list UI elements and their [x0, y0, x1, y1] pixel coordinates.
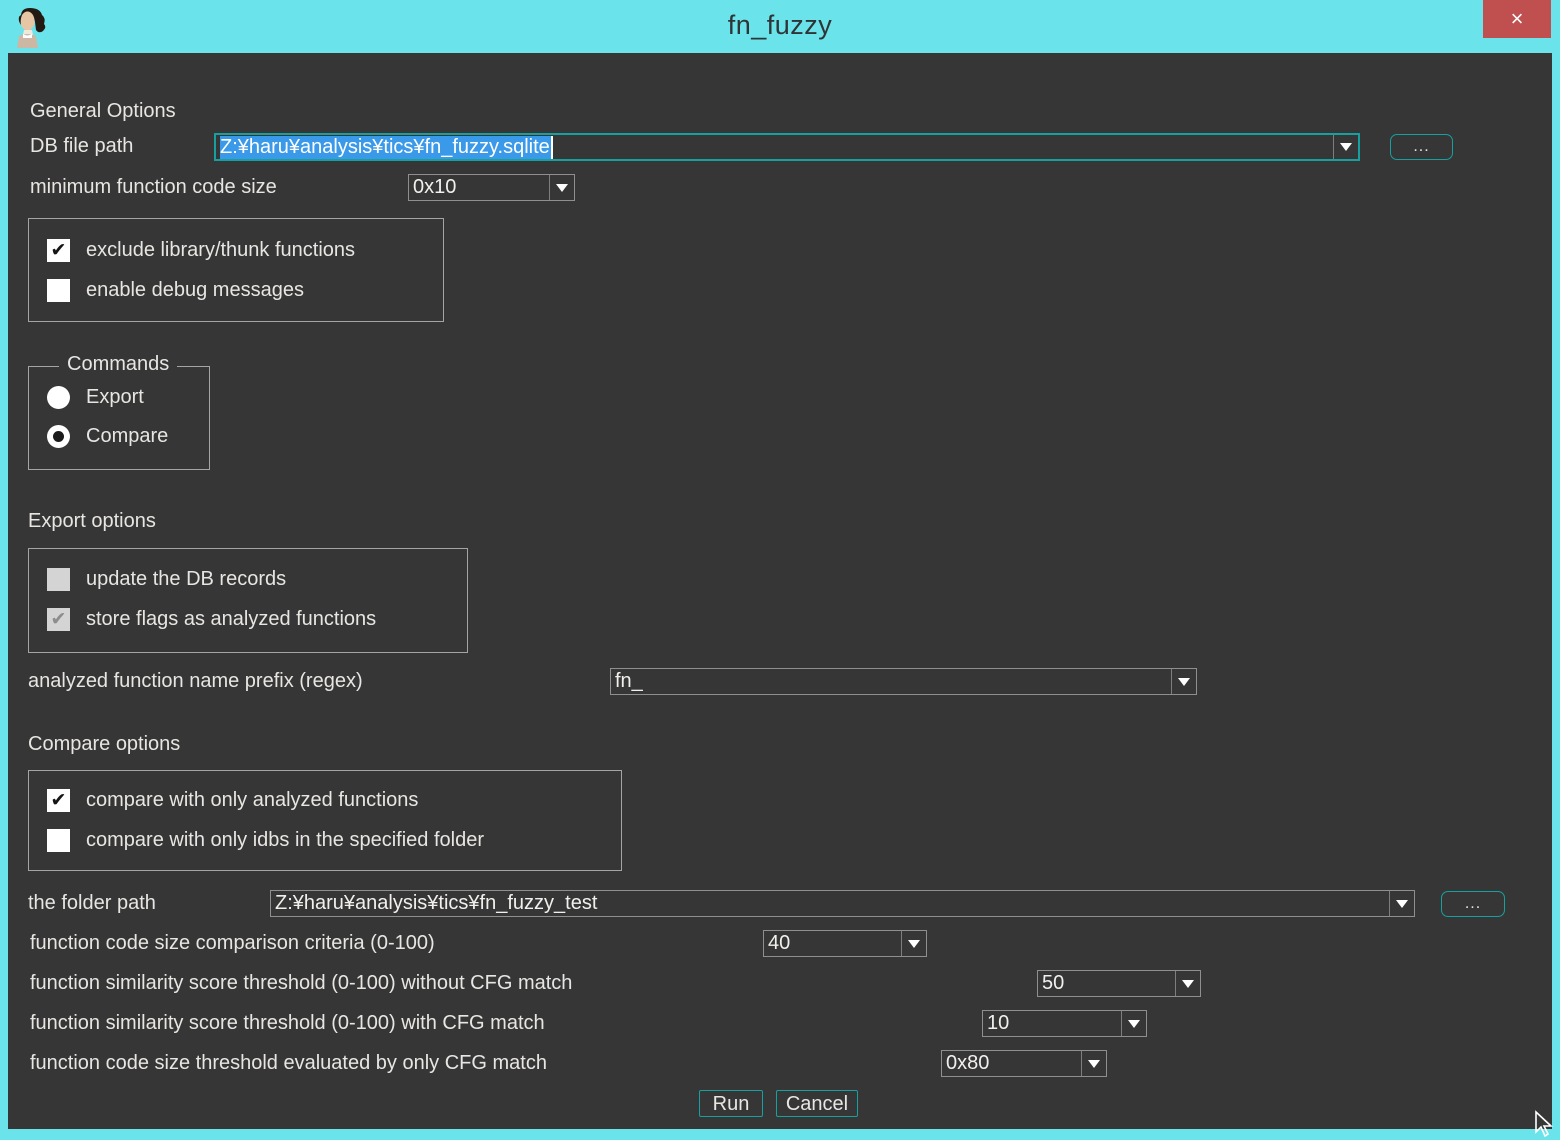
- prefix-value: fn_: [611, 669, 1171, 694]
- radio-button[interactable]: [47, 386, 70, 409]
- chevron-down-icon[interactable]: [549, 175, 574, 200]
- run-button[interactable]: Run: [699, 1090, 763, 1117]
- checkbox[interactable]: [47, 608, 70, 631]
- checkbox-row-exclude-library[interactable]: exclude library/thunk functions: [47, 239, 355, 262]
- radio-row-compare[interactable]: Compare: [47, 425, 168, 448]
- db-file-path-value: Z:¥haru¥analysis¥tics¥fn_fuzzy.sqlite: [220, 136, 553, 159]
- min-code-size-value: 0x10: [409, 175, 549, 200]
- min-code-size-dropdown[interactable]: 0x10: [408, 174, 575, 201]
- min-code-size-label: minimum function code size: [30, 174, 277, 201]
- checkbox[interactable]: [47, 568, 70, 591]
- checkbox[interactable]: [47, 789, 70, 812]
- checkbox-label[interactable]: compare with only idbs in the specified …: [86, 829, 484, 852]
- criteria-label-with-cfg: function similarity score threshold (0-1…: [30, 1010, 545, 1037]
- chevron-down-icon[interactable]: [1171, 669, 1196, 694]
- checkbox[interactable]: [47, 239, 70, 262]
- checkbox-label[interactable]: update the DB records: [86, 568, 286, 591]
- folder-path-value: Z:¥haru¥analysis¥tics¥fn_fuzzy_test: [271, 891, 1389, 916]
- compare-options-heading: Compare options: [28, 731, 180, 757]
- criteria-dropdown-without-cfg[interactable]: 50: [1037, 970, 1201, 997]
- checkbox-row-only-idbs[interactable]: compare with only idbs in the specified …: [47, 829, 484, 852]
- general-checkbox-group: exclude library/thunk functions enable d…: [28, 218, 444, 322]
- folder-path-combobox[interactable]: Z:¥haru¥analysis¥tics¥fn_fuzzy_test: [270, 890, 1415, 917]
- dialog-window: fn_fuzzy × General Options DB file path …: [0, 0, 1560, 1140]
- criteria-dropdown-with-cfg[interactable]: 10: [982, 1010, 1147, 1037]
- radio-label[interactable]: Compare: [86, 425, 168, 448]
- checkbox-label[interactable]: exclude library/thunk functions: [86, 239, 355, 262]
- db-file-path-combobox[interactable]: Z:¥haru¥analysis¥tics¥fn_fuzzy.sqlite: [214, 133, 1360, 161]
- criteria-label-without-cfg: function similarity score threshold (0-1…: [30, 970, 572, 997]
- general-options-heading: General Options: [30, 98, 176, 124]
- checkbox-label[interactable]: compare with only analyzed functions: [86, 789, 418, 812]
- criteria-label-only-cfg: function code size threshold evaluated b…: [30, 1050, 547, 1077]
- criteria-dropdown-code-size[interactable]: 40: [763, 930, 927, 957]
- chevron-down-icon[interactable]: [1333, 135, 1358, 159]
- radio-row-export[interactable]: Export: [47, 386, 144, 409]
- db-browse-button[interactable]: ...: [1390, 134, 1453, 160]
- mouse-cursor-icon: [1534, 1110, 1558, 1138]
- cancel-button[interactable]: Cancel: [776, 1090, 858, 1117]
- prefix-label: analyzed function name prefix (regex): [28, 668, 363, 695]
- window-title: fn_fuzzy: [0, 10, 1560, 41]
- checkbox-row-enable-debug[interactable]: enable debug messages: [47, 279, 304, 302]
- criteria-value: 10: [983, 1011, 1121, 1036]
- commands-group: Commands Export Compare: [28, 366, 210, 470]
- folder-path-label: the folder path: [28, 890, 156, 917]
- checkbox[interactable]: [47, 829, 70, 852]
- checkbox-label[interactable]: enable debug messages: [86, 279, 304, 302]
- checkbox-row-update-db[interactable]: update the DB records: [47, 568, 286, 591]
- chevron-down-icon[interactable]: [1121, 1011, 1146, 1036]
- criteria-value: 40: [764, 931, 901, 956]
- prefix-combobox[interactable]: fn_: [610, 668, 1197, 695]
- titlebar[interactable]: fn_fuzzy ×: [0, 0, 1560, 53]
- checkbox-row-only-analyzed[interactable]: compare with only analyzed functions: [47, 789, 418, 812]
- chevron-down-icon[interactable]: [1389, 891, 1414, 916]
- criteria-value: 0x80: [942, 1051, 1081, 1076]
- close-button[interactable]: ×: [1483, 0, 1551, 38]
- commands-legend: Commands: [59, 353, 177, 376]
- export-options-heading: Export options: [28, 508, 156, 534]
- criteria-value: 50: [1038, 971, 1175, 996]
- chevron-down-icon[interactable]: [901, 931, 926, 956]
- compare-checkbox-group: compare with only analyzed functions com…: [28, 770, 622, 871]
- checkbox-row-store-flags[interactable]: store flags as analyzed functions: [47, 608, 376, 631]
- export-checkbox-group: update the DB records store flags as ana…: [28, 548, 468, 653]
- chevron-down-icon[interactable]: [1175, 971, 1200, 996]
- checkbox[interactable]: [47, 279, 70, 302]
- radio-label[interactable]: Export: [86, 386, 144, 409]
- checkbox-label[interactable]: store flags as analyzed functions: [86, 608, 376, 631]
- db-file-path-text: Z:¥haru¥analysis¥tics¥fn_fuzzy.sqlite: [216, 135, 1333, 159]
- folder-browse-button[interactable]: ...: [1441, 891, 1505, 917]
- chevron-down-icon[interactable]: [1081, 1051, 1106, 1076]
- dialog-body: General Options DB file path Z:¥haru¥ana…: [8, 53, 1552, 1129]
- criteria-dropdown-only-cfg[interactable]: 0x80: [941, 1050, 1107, 1077]
- radio-button[interactable]: [47, 425, 70, 448]
- db-file-path-label: DB file path: [30, 133, 133, 160]
- criteria-label-code-size: function code size comparison criteria (…: [30, 930, 435, 957]
